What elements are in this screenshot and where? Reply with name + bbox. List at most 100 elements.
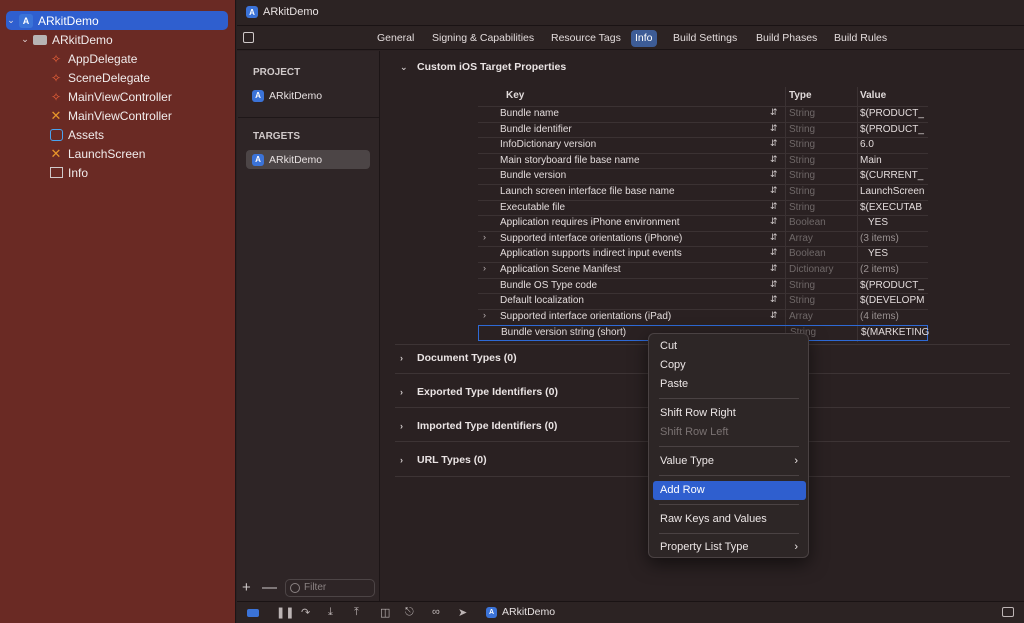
chevron-right-icon[interactable]: › <box>400 353 410 363</box>
nav-item-info[interactable]: Info <box>0 163 236 182</box>
table-row[interactable]: Default localization ⇵ String $(DEVELOPM <box>478 293 928 309</box>
nav-item-label: MainViewController <box>68 89 172 104</box>
menu-item-add-row[interactable]: Add Row <box>653 481 806 500</box>
table-row[interactable]: Bundle identifier ⇵ String $(PRODUCT_ <box>478 122 928 138</box>
table-row[interactable]: › Application Scene Manifest ⇵ Dictionary… <box>478 262 928 278</box>
memory-graph-icon[interactable]: ⎋ <box>405 606 414 619</box>
swift-file-icon: ✧ <box>50 51 62 66</box>
table-row[interactable]: Bundle version ⇵ String $(CURRENT_ <box>478 168 928 184</box>
chevron-down-icon[interactable]: ⌄ <box>400 62 410 73</box>
nav-item-launchscreen[interactable]: ✕ LaunchScreen <box>0 144 236 163</box>
chevron-right-icon[interactable]: › <box>400 387 410 397</box>
stepper-icon[interactable]: ⇵ <box>770 310 778 321</box>
table-row[interactable]: › Supported interface orientations (iPad… <box>478 309 928 325</box>
menu-item-cut[interactable]: Cut <box>653 337 806 356</box>
tab-build-settings[interactable]: Build Settings <box>669 30 741 47</box>
nav-item-assets[interactable]: Assets <box>0 125 236 144</box>
section-document-types[interactable]: › Document Types (0) <box>400 352 517 364</box>
chevron-right-icon[interactable]: › <box>400 455 410 465</box>
menu-item-property-list-type[interactable]: Property List Type › <box>653 538 806 557</box>
stepper-icon[interactable]: ⇵ <box>770 138 778 149</box>
stepper-icon[interactable]: ⇵ <box>770 123 778 134</box>
stepper-icon[interactable]: ⇵ <box>770 154 778 165</box>
stepper-icon[interactable]: ⇵ <box>770 216 778 227</box>
nav-item-mainviewcontroller-storyboard[interactable]: ✕ MainViewController <box>0 106 236 125</box>
asset-catalog-icon <box>49 128 63 142</box>
table-row[interactable]: Executable file ⇵ String $(EXECUTAB <box>478 200 928 216</box>
stepper-icon[interactable]: ⇵ <box>770 185 778 196</box>
environment-icon[interactable]: ∞ <box>432 606 440 618</box>
scheme-selector[interactable]: A ARkitDemo <box>486 606 555 618</box>
nav-item-group[interactable]: ⌄ ARkitDemo <box>0 30 236 49</box>
menu-item-value-type[interactable]: Value Type › <box>653 452 806 471</box>
menu-item-shift-row-left: Shift Row Left <box>660 426 729 438</box>
stepper-icon[interactable]: ⇵ <box>770 263 778 274</box>
stepper-icon[interactable]: ⇵ <box>770 107 778 118</box>
editor-tab[interactable]: A ARkitDemo <box>246 6 319 18</box>
remove-target-button[interactable]: — <box>262 579 277 596</box>
chevron-right-icon[interactable]: › <box>483 263 486 273</box>
table-row[interactable]: Bundle name ⇵ String $(PRODUCT_ <box>478 106 928 122</box>
column-value[interactable]: Value <box>860 90 886 101</box>
context-menu: Cut Copy Paste Shift Row Right Shift Row… <box>648 333 809 558</box>
target-item[interactable]: A ARkitDemo <box>246 150 370 169</box>
sidebar-toggle-icon[interactable] <box>243 32 254 43</box>
toggle-panel-icon[interactable] <box>1002 607 1014 617</box>
chevron-down-icon[interactable]: ⌄ <box>6 15 16 26</box>
menu-item-raw-keys-values[interactable]: Raw Keys and Values <box>653 510 806 529</box>
tab-general[interactable]: General <box>373 30 418 47</box>
chevron-right-icon[interactable]: › <box>400 421 410 431</box>
stepper-icon[interactable]: ⇵ <box>770 247 778 258</box>
nav-item-project[interactable]: ⌄ A ARkitDemo <box>6 11 228 30</box>
chevron-right-icon[interactable]: › <box>483 310 486 320</box>
section-exported-types[interactable]: › Exported Type Identifiers (0) <box>400 386 558 398</box>
plist-icon <box>49 166 63 180</box>
add-target-button[interactable]: + <box>242 579 251 596</box>
section-url-types[interactable]: › URL Types (0) <box>400 454 487 466</box>
pause-icon[interactable]: ❚❚ <box>276 606 294 619</box>
table-row[interactable]: › Supported interface orientations (iPho… <box>478 231 928 247</box>
table-row[interactable]: Bundle OS Type code ⇵ String $(PRODUCT_ <box>478 278 928 294</box>
table-row[interactable]: InfoDictionary version ⇵ String 6.0 <box>478 137 928 153</box>
app-icon: A <box>486 606 497 618</box>
tab-build-phases[interactable]: Build Phases <box>752 30 821 47</box>
storyboard-icon: ✕ <box>50 107 62 123</box>
location-icon[interactable]: ➤ <box>458 606 467 619</box>
column-type[interactable]: Type <box>789 90 812 101</box>
stepper-icon[interactable]: ⇵ <box>770 169 778 180</box>
step-into-icon[interactable]: ⤓ <box>328 606 333 619</box>
nav-item-mainviewcontroller-swift[interactable]: ✧ MainViewController <box>0 87 236 106</box>
tab-signing-capabilities[interactable]: Signing & Capabilities <box>428 30 538 47</box>
tab-build-rules[interactable]: Build Rules <box>830 30 891 47</box>
stepper-icon[interactable]: ⇵ <box>770 201 778 212</box>
tab-info[interactable]: Info <box>631 30 657 47</box>
section-custom-properties[interactable]: ⌄ Custom iOS Target Properties <box>400 61 566 73</box>
tab-resource-tags[interactable]: Resource Tags <box>547 30 625 47</box>
menu-item-shift-row-right[interactable]: Shift Row Right <box>653 404 806 423</box>
nav-item-appdelegate[interactable]: ✧ AppDelegate <box>0 49 236 68</box>
view-hierarchy-icon[interactable]: ◫ <box>380 606 390 619</box>
stepper-icon[interactable]: ⇵ <box>770 294 778 305</box>
nav-item-scenedelegate[interactable]: ✧ SceneDelegate <box>0 68 236 87</box>
step-over-icon[interactable]: ↷ <box>301 606 310 619</box>
table-row[interactable]: Application supports indirect input even… <box>478 246 928 262</box>
chevron-down-icon[interactable]: ⌄ <box>20 34 30 45</box>
menu-separator <box>659 475 799 476</box>
project-item[interactable]: A ARkitDemo <box>246 86 370 105</box>
divider <box>238 117 379 118</box>
toggle-console-icon[interactable] <box>247 609 259 617</box>
table-row[interactable]: Launch screen interface file base name ⇵ … <box>478 184 928 200</box>
step-out-icon[interactable]: ⤒ <box>354 606 359 619</box>
menu-item-copy[interactable]: Copy <box>653 356 806 375</box>
xcode-window: ⌄ A ARkitDemo ⌄ ARkitDemo ✧ AppDelegate … <box>0 0 1024 623</box>
table-row[interactable]: Main storyboard file base name ⇵ String Ma… <box>478 153 928 169</box>
table-row[interactable]: Application requires iPhone environment ⇵… <box>478 215 928 231</box>
section-imported-types[interactable]: › Imported Type Identifiers (0) <box>400 420 557 432</box>
app-icon: A <box>19 13 33 28</box>
nav-item-label: Info <box>68 165 89 180</box>
column-key[interactable]: Key <box>506 90 524 101</box>
menu-item-paste[interactable]: Paste <box>653 375 806 394</box>
chevron-right-icon[interactable]: › <box>483 232 486 242</box>
stepper-icon[interactable]: ⇵ <box>770 279 778 290</box>
stepper-icon[interactable]: ⇵ <box>770 232 778 243</box>
